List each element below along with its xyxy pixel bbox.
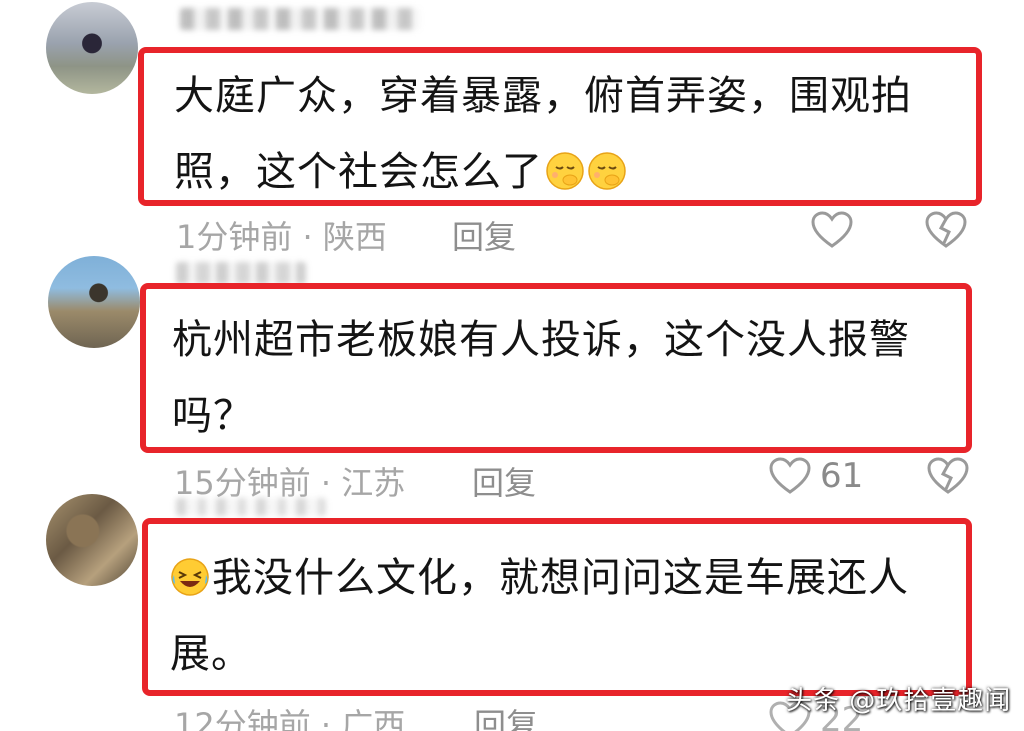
pensive-hand-emoji-icon [588, 152, 626, 190]
reply-button[interactable]: 回复 [472, 458, 536, 504]
like-count: 61 [820, 456, 864, 496]
like-heart-icon[interactable] [810, 210, 854, 250]
comment-time-location: 1分钟前 · 陕西 [176, 218, 387, 256]
dislike-broken-heart-icon[interactable] [926, 456, 970, 496]
pensive-hand-emoji-icon [546, 152, 584, 190]
username-blurred[interactable] [176, 262, 306, 284]
avatar[interactable] [46, 494, 138, 586]
like-heart-icon[interactable] [768, 456, 812, 496]
username-blurred[interactable] [180, 8, 420, 30]
dislike-broken-heart-icon[interactable] [924, 210, 968, 250]
comment-text: 杭州超市老板娘有人投诉，这个没人报警吗？ [172, 317, 910, 439]
laughing-tears-emoji-icon [171, 558, 209, 596]
username-blurred[interactable] [176, 498, 326, 516]
reply-button[interactable]: 回复 [452, 212, 516, 258]
comment-time-location: 12分钟前 · 广西 [174, 706, 406, 731]
avatar[interactable] [46, 2, 138, 94]
reply-button[interactable]: 回复 [474, 700, 538, 731]
comment-thread: 大庭广众，穿着暴露，俯首弄姿，围观拍照，这个社会怎么了 1分钟前 · 陕西 回复… [0, 0, 1024, 731]
comment-text: 大庭广众，穿着暴露，俯首弄姿，围观拍照，这个社会怎么了 [174, 73, 912, 195]
comment-text: 我没什么文化，就想问问这是车展还人展。 [170, 540, 960, 692]
source-watermark: 头条 @玖拾壹趣闻 [786, 686, 1012, 716]
avatar[interactable] [48, 256, 140, 348]
